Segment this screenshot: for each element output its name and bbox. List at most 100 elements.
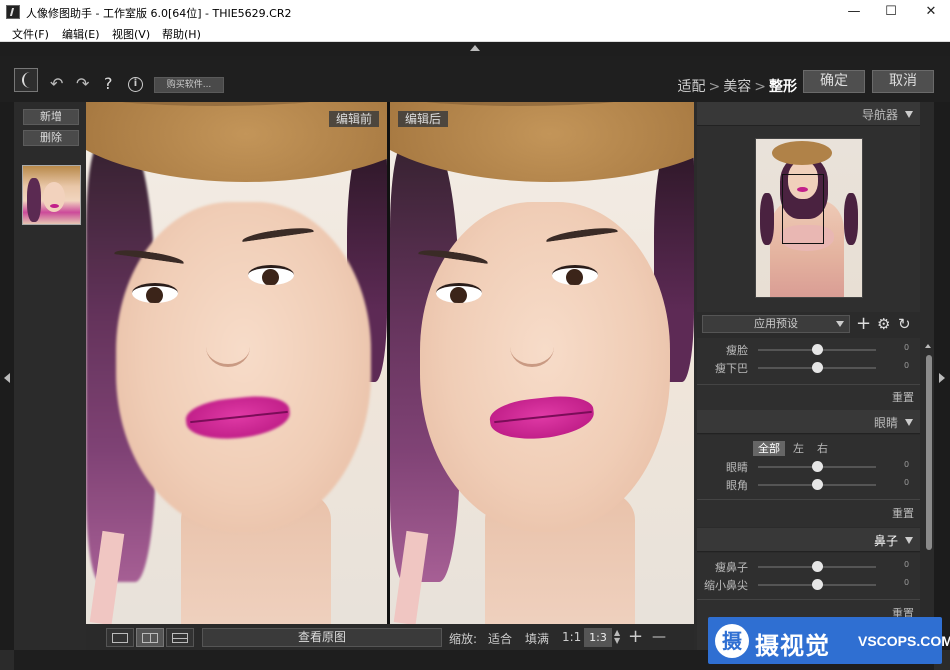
collapse-icon xyxy=(905,419,913,426)
slider-value: 0 xyxy=(904,578,910,587)
slider-knob[interactable] xyxy=(812,479,823,490)
collapse-left-icon[interactable] xyxy=(4,373,10,383)
slider-knob[interactable] xyxy=(812,461,823,472)
title-bar: 人像修图助手 - 工作室版 6.0[64位] - THIE5629.CR2 — … xyxy=(0,0,950,24)
app-icon xyxy=(6,5,20,19)
menu-view[interactable]: 视图(V) xyxy=(112,26,150,42)
menu-file[interactable]: 文件(F) xyxy=(12,26,49,42)
slider-thin-chin[interactable]: 瘦下巴 0 xyxy=(697,359,920,377)
slider-label: 缩小鼻尖 xyxy=(704,579,748,592)
slider-knob[interactable] xyxy=(812,362,823,373)
slider-eyes[interactable]: 眼睛 0 xyxy=(697,458,920,476)
slider-label: 眼睛 xyxy=(726,461,748,474)
image-thumbnail[interactable] xyxy=(22,165,81,225)
slider-nose-tip[interactable]: 缩小鼻尖 0 xyxy=(697,576,920,594)
navigator-braid-left xyxy=(760,193,774,245)
redo-icon[interactable]: ↷ xyxy=(76,76,89,92)
slider-thin-nose[interactable]: 瘦鼻子 0 xyxy=(697,558,920,576)
info-icon[interactable]: i xyxy=(128,77,143,92)
step-separator: > xyxy=(754,79,766,95)
zoom-stepper-icon[interactable]: ▲ ▼ xyxy=(614,629,620,645)
watermark-url: VSCOPS.COM xyxy=(858,633,950,649)
single-view-button[interactable] xyxy=(106,628,134,647)
collapse-up-icon[interactable] xyxy=(470,45,480,51)
minimize-button[interactable]: — xyxy=(833,0,875,24)
photo-before[interactable]: 编辑前 xyxy=(86,102,387,624)
navigator-hat xyxy=(772,141,832,165)
zoom-1to1-button[interactable]: 1:1 xyxy=(562,630,581,644)
workflow-steps: 适配 > 美容 > 整形 xyxy=(678,76,797,96)
scrollbar-thumb[interactable] xyxy=(926,355,932,550)
undo-icon[interactable]: ↶ xyxy=(50,76,63,92)
slider-value: 0 xyxy=(904,478,910,487)
divider xyxy=(697,599,920,600)
slider-thin-face[interactable]: 瘦脸 0 xyxy=(697,341,920,359)
collapse-right-icon[interactable] xyxy=(939,373,945,383)
slider-knob[interactable] xyxy=(812,344,823,355)
face-reset-button[interactable]: 重置 xyxy=(892,389,914,405)
preset-refresh-icon[interactable]: ↻ xyxy=(898,314,911,334)
thumbnail-lips xyxy=(50,204,59,208)
slider-value: 0 xyxy=(904,343,910,352)
horizontal-split-button[interactable] xyxy=(166,628,194,647)
navigator-viewport-rect[interactable] xyxy=(782,174,824,244)
tab-all[interactable]: 全部 xyxy=(753,441,785,456)
slider-value: 0 xyxy=(904,460,910,469)
split-view-button[interactable] xyxy=(136,628,164,647)
bottom-bar: 查看原图 缩放: 适合 填满 1:1 1:3 ▲ ▼ + — xyxy=(86,624,694,650)
cancel-button[interactable]: 取消 xyxy=(872,70,934,93)
buy-software-button[interactable]: 购买软件... xyxy=(154,77,224,93)
divider xyxy=(697,384,920,385)
nose-header[interactable]: 鼻子 xyxy=(697,528,920,552)
eye-left xyxy=(132,283,178,303)
eye-side-tabs: 全部左右 xyxy=(753,441,836,457)
maximize-button[interactable]: ☐ xyxy=(870,0,912,24)
slider-knob[interactable] xyxy=(812,561,823,572)
eyes-header[interactable]: 眼睛 xyxy=(697,410,920,434)
menu-edit[interactable]: 编辑(E) xyxy=(62,26,100,42)
thumbnail-hair xyxy=(27,178,41,222)
view-original-button[interactable]: 查看原图 xyxy=(202,628,442,647)
navigator-header[interactable]: 导航器 xyxy=(697,102,920,126)
preset-dropdown[interactable]: 应用预设 xyxy=(702,315,850,333)
delete-button[interactable]: 删除 xyxy=(23,130,79,146)
add-button[interactable]: 新增 xyxy=(23,109,79,125)
eyes-reset-button[interactable]: 重置 xyxy=(892,505,914,521)
image-list-panel: 新增 删除 xyxy=(14,102,86,650)
zoom-ratio-field[interactable]: 1:3 xyxy=(584,628,612,647)
slider-label: 眼角 xyxy=(726,479,748,492)
step-fit[interactable]: 适配 xyxy=(678,79,706,95)
eyes-section: 全部左右 眼睛 0 眼角 0 重置 xyxy=(697,435,920,527)
scroll-up-icon[interactable] xyxy=(925,344,931,348)
preset-dropdown-label: 应用预设 xyxy=(754,317,798,330)
confirm-button[interactable]: 确定 xyxy=(803,70,865,93)
top-collapse-strip xyxy=(0,42,950,56)
step-beauty[interactable]: 美容 xyxy=(723,79,751,95)
photo-after[interactable]: 编辑后 xyxy=(390,102,694,624)
step-separator: > xyxy=(708,79,721,95)
step-reshape[interactable]: 整形 xyxy=(769,79,797,95)
menu-help[interactable]: 帮助(H) xyxy=(162,26,201,42)
preset-settings-icon[interactable]: ⚙ xyxy=(877,314,890,334)
hat-band xyxy=(86,102,346,106)
adjustment-panel: 导航器 应用预设 + ⚙ ↻ 瘦脸 0 瘦下巴 0 重置 眼睛 全部 左 右 眼… xyxy=(697,102,920,650)
zoom-out-button[interactable]: — xyxy=(652,629,666,645)
horizontal-split-icon xyxy=(172,633,188,643)
slider-eye-corner[interactable]: 眼角 0 xyxy=(697,476,920,494)
app-logo xyxy=(14,68,38,92)
single-view-icon xyxy=(112,633,128,643)
slider-knob[interactable] xyxy=(812,579,823,590)
tab-left[interactable]: 左 xyxy=(788,441,809,456)
slider-value: 0 xyxy=(904,361,910,370)
close-button[interactable]: ✕ xyxy=(910,0,950,24)
add-preset-icon[interactable]: + xyxy=(856,314,871,334)
zoom-in-button[interactable]: + xyxy=(628,626,643,647)
photo-compare-area: 编辑前 编辑后 xyxy=(86,102,694,624)
watermark-text: 摄视觉 xyxy=(755,632,830,660)
nose-title: 鼻子 xyxy=(873,534,898,548)
preset-row: 应用预设 + ⚙ ↻ xyxy=(697,312,920,336)
help-icon[interactable]: ? xyxy=(104,76,113,92)
tab-right[interactable]: 右 xyxy=(812,441,833,456)
zoom-fill-button[interactable]: 填满 xyxy=(525,630,549,647)
zoom-fit-button[interactable]: 适合 xyxy=(488,630,512,647)
